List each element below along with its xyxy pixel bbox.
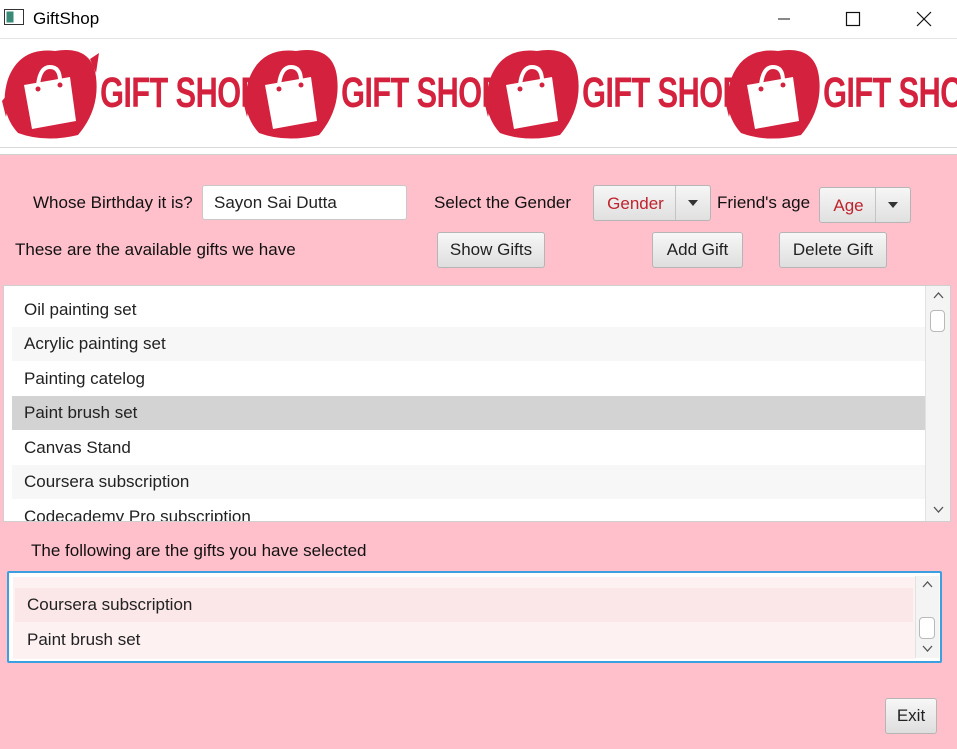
show-gifts-button[interactable]: Show Gifts xyxy=(437,232,545,268)
available-gifts-list[interactable]: Oil painting set Acrylic painting set Pa… xyxy=(3,285,951,522)
list-item[interactable]: Painting catelog xyxy=(12,362,928,396)
chevron-down-icon[interactable] xyxy=(875,188,910,222)
maximize-icon xyxy=(845,11,861,27)
scroll-down-icon[interactable] xyxy=(922,645,933,652)
banner-divider xyxy=(0,147,957,155)
shopping-bag-icon xyxy=(243,50,338,139)
scrollbar-thumb[interactable] xyxy=(919,617,935,639)
gift-shop-logo: GIFT SHOP xyxy=(723,39,957,147)
window-titlebar: GiftShop xyxy=(0,0,957,39)
vertical-scrollbar[interactable] xyxy=(915,576,939,658)
logo-text: GIFT SHOP xyxy=(341,69,502,117)
add-gift-button[interactable]: Add Gift xyxy=(652,232,743,268)
scroll-up-icon[interactable] xyxy=(922,581,933,588)
list-item[interactable]: Coursera subscription xyxy=(12,465,928,499)
age-label: Friend's age xyxy=(717,193,811,212)
scroll-down-icon[interactable] xyxy=(933,506,944,513)
available-gifts-label: These are the available gifts we have xyxy=(15,240,296,259)
age-dropdown[interactable]: Age xyxy=(819,187,911,223)
close-button[interactable] xyxy=(893,0,955,38)
gift-shop-banner: GIFT SHOP GIFT SHOP GIFT SHOP GIFT SH xyxy=(0,39,957,147)
scrollbar-thumb[interactable] xyxy=(930,310,945,332)
exit-button[interactable]: Exit xyxy=(885,698,937,734)
name-input[interactable]: Sayon Sai Dutta xyxy=(202,185,407,220)
delete-gift-button[interactable]: Delete Gift xyxy=(779,232,887,268)
window-title: GiftShop xyxy=(33,9,100,28)
vertical-scrollbar[interactable] xyxy=(925,286,950,521)
list-item[interactable]: Coursera subscription xyxy=(15,588,913,622)
chevron-down-icon[interactable] xyxy=(675,186,710,220)
birthday-label: Whose Birthday it is? xyxy=(33,193,193,212)
logo-text: GIFT SHOP xyxy=(100,69,261,117)
gift-shop-logo: GIFT SHOP xyxy=(0,39,261,147)
selected-gifts-list[interactable]: Coursera subscription Paint brush set xyxy=(7,571,942,663)
scroll-up-icon[interactable] xyxy=(933,292,944,299)
app-icon xyxy=(4,9,24,25)
list-item[interactable]: Paint brush set xyxy=(15,623,913,657)
list-item-selected[interactable]: Paint brush set xyxy=(12,396,928,430)
gender-selected: Gender xyxy=(607,194,664,213)
shopping-bag-icon xyxy=(725,50,820,139)
gender-dropdown[interactable]: Gender xyxy=(593,185,711,221)
maximize-button[interactable] xyxy=(822,0,884,38)
logo-text: GIFT SHOP xyxy=(823,69,957,117)
age-selected: Age xyxy=(833,196,864,215)
gender-label: Select the Gender xyxy=(434,193,572,212)
gift-shop-logo: GIFT SHOP xyxy=(241,39,502,147)
minimize-button[interactable] xyxy=(753,0,815,38)
list-item[interactable]: Canvas Stand xyxy=(12,431,928,465)
selected-gifts-label: The following are the gifts you have sel… xyxy=(31,541,367,560)
minimize-icon xyxy=(778,18,790,20)
list-item[interactable]: Codecademy Pro subscription xyxy=(12,500,928,521)
list-item[interactable]: Oil painting set xyxy=(12,293,928,327)
close-icon xyxy=(916,11,932,27)
list-item[interactable]: Acrylic painting set xyxy=(12,327,928,361)
gift-shop-logo: GIFT SHOP xyxy=(482,39,743,147)
shopping-bag-icon xyxy=(2,50,99,139)
shopping-bag-icon xyxy=(484,50,579,139)
logo-text: GIFT SHOP xyxy=(582,69,743,117)
